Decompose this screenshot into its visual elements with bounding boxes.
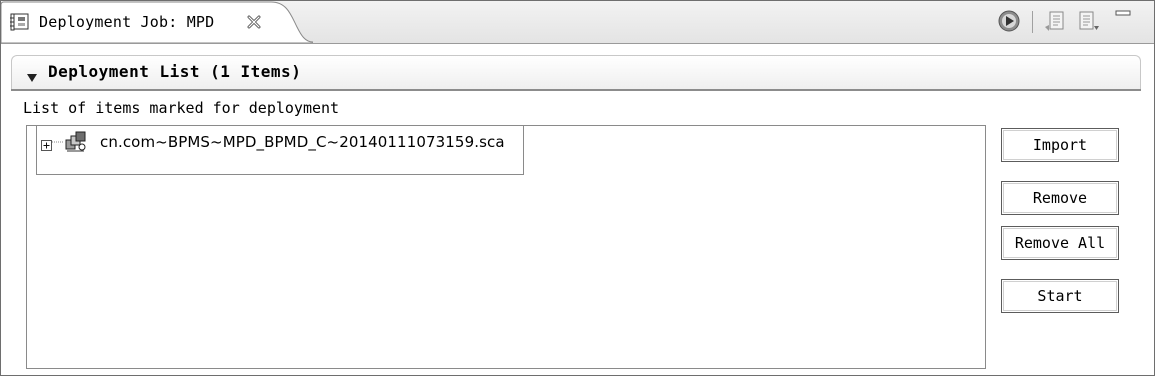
deployment-item-name: cn.com~BPMS~MPD_BPMD_C~20140111073159.sc… xyxy=(100,133,505,151)
close-icon[interactable] xyxy=(246,14,262,30)
package-icon xyxy=(64,131,88,153)
view-menu-icon[interactable] xyxy=(1042,7,1070,35)
section-title: Deployment List (1 Items) xyxy=(48,62,302,81)
tree-connector xyxy=(52,141,64,143)
remove-all-button-label: Remove All xyxy=(1014,234,1106,252)
minimize-icon[interactable] xyxy=(1110,7,1138,35)
deployment-job-icon xyxy=(9,12,31,32)
toolbar-separator xyxy=(1032,11,1033,33)
editor-frame: Deployment Job: MPD Deployment List (1 I… xyxy=(0,0,1155,376)
import-button-label: Import xyxy=(1032,136,1088,154)
remove-button-label: Remove xyxy=(1032,189,1088,207)
import-button[interactable]: Import xyxy=(1001,128,1119,162)
section-divider xyxy=(11,89,1141,91)
expand-plus-icon[interactable] xyxy=(41,136,52,151)
tab-deployment-job[interactable]: Deployment Job: MPD xyxy=(1,1,313,43)
page-icon[interactable] xyxy=(1074,7,1102,35)
view-toolbar xyxy=(994,7,1144,37)
editor-tab-strip: Deployment Job: MPD xyxy=(1,1,1154,44)
start-button-label: Start xyxy=(1037,287,1083,305)
list-item[interactable]: cn.com~BPMS~MPD_BPMD_C~20140111073159.sc… xyxy=(36,126,524,175)
list-label: List of items marked for deployment xyxy=(23,99,340,117)
start-button[interactable]: Start xyxy=(1001,279,1119,313)
remove-all-button[interactable]: Remove All xyxy=(1001,226,1119,260)
section-header[interactable]: Deployment List (1 Items) xyxy=(11,55,1141,90)
remove-button[interactable]: Remove xyxy=(1001,181,1119,215)
deployment-items-list[interactable]: cn.com~BPMS~MPD_BPMD_C~20140111073159.sc… xyxy=(26,125,986,369)
run-icon[interactable] xyxy=(996,7,1024,35)
collapse-twistie-icon[interactable] xyxy=(26,68,38,82)
tab-title: Deployment Job: MPD xyxy=(39,13,215,31)
